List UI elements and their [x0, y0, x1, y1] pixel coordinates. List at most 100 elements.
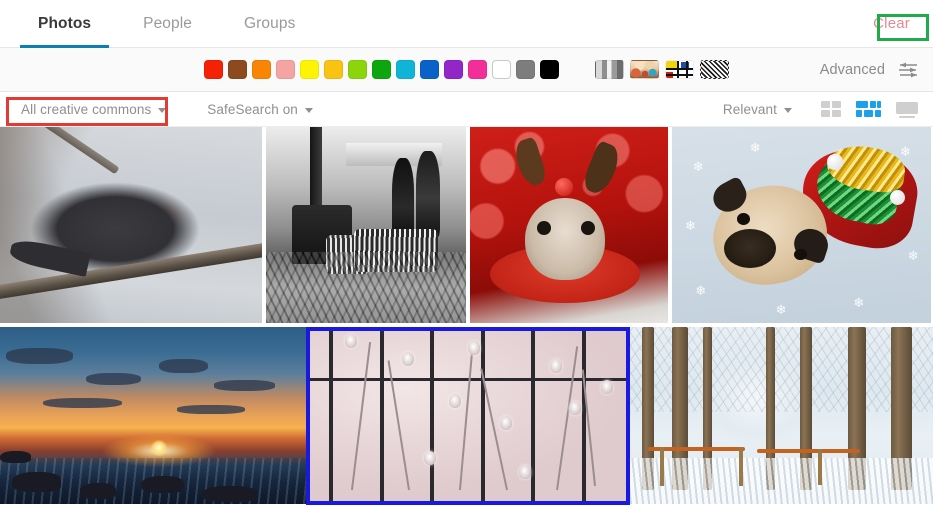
decor-seed-head: [499, 415, 512, 430]
tab-bar-actions: Clear: [864, 0, 933, 47]
license-dropdown[interactable]: All creative commons: [16, 99, 171, 120]
tab-people[interactable]: People: [117, 0, 218, 47]
photo-results-grid: ❄ ❄ ❄ ❄ ❄ ❄ ❄ ❄ ❄ ❄: [0, 127, 933, 504]
style-shallow-depth-of-field[interactable]: [630, 60, 659, 79]
decor-seed-head: [569, 401, 582, 416]
decor-seed-head: [550, 358, 563, 373]
color-swatch-gray[interactable]: [516, 60, 535, 79]
decor-snowflake: ❄: [749, 139, 761, 155]
color-swatch-pink[interactable]: [276, 60, 295, 79]
photo-search-app: Photos People Groups Clear Advanced All …: [0, 0, 933, 506]
color-swatch-gold[interactable]: [324, 60, 343, 79]
color-swatch-green[interactable]: [372, 60, 391, 79]
decor-rock: [201, 486, 258, 503]
color-swatch-purple[interactable]: [444, 60, 463, 79]
photo-frosted-plants-fence[interactable]: [310, 327, 626, 504]
license-dropdown-label: All creative commons: [21, 101, 152, 117]
decor-cloud: [177, 404, 245, 414]
decor-eye-right: [793, 248, 807, 261]
decor-snowflake: ❄: [907, 247, 919, 263]
decor-red-nose: [555, 177, 573, 196]
tab-list: Photos People Groups: [0, 0, 321, 48]
decor-fence-bar: [480, 327, 485, 504]
decor-seed-head: [401, 351, 414, 366]
chevron-down-icon: [304, 107, 313, 113]
decor-snowflake: ❄: [695, 282, 707, 298]
decor-snowflake: ❄: [692, 159, 704, 175]
color-swatch-magenta[interactable]: [468, 60, 487, 79]
decor-railing-post: [739, 447, 744, 487]
sub-filter-bar: All creative commons SafeSearch on Relev…: [0, 92, 933, 127]
decor-pompom-one: [827, 154, 843, 171]
slideshow-view-icon[interactable]: [895, 101, 919, 118]
sort-dropdown[interactable]: Relevant: [718, 99, 797, 120]
tab-photos-label: Photos: [38, 14, 92, 32]
color-swatch-brown[interactable]: [228, 60, 247, 79]
photo-pug-christmas-hat[interactable]: ❄ ❄ ❄ ❄ ❄ ❄ ❄ ❄ ❄ ❄: [672, 127, 931, 323]
photo-snowy-forest-path[interactable]: [630, 327, 933, 504]
decor-rock: [79, 482, 117, 499]
decor-cloud: [159, 358, 209, 374]
decor-stem: [458, 348, 473, 490]
decor-bird-tail: [8, 236, 91, 277]
decor-fence-bar: [328, 327, 333, 504]
color-swatch-cyan[interactable]: [396, 60, 415, 79]
decor-fence-bar: [379, 327, 384, 504]
chevron-down-icon: [784, 107, 792, 113]
decor-stem: [351, 342, 371, 490]
color-swatch-white[interactable]: [492, 60, 511, 79]
decor-cloud: [85, 373, 141, 386]
photo-pug-reindeer-costume[interactable]: [470, 127, 668, 323]
sliders-icon: [899, 62, 917, 77]
decor-cloud: [6, 348, 74, 365]
justified-view-icon[interactable]: [856, 100, 881, 118]
decor-snowflake: ❄: [899, 143, 911, 159]
style-black-and-white[interactable]: [595, 60, 624, 79]
tab-groups[interactable]: Groups: [218, 0, 321, 47]
tab-groups-label: Groups: [244, 14, 296, 32]
decor-seed-head: [449, 394, 462, 409]
safesearch-dropdown[interactable]: SafeSearch on: [202, 99, 318, 120]
tab-people-label: People: [143, 14, 192, 32]
top-tab-bar: Photos People Groups Clear: [0, 0, 933, 48]
clear-button[interactable]: Clear: [864, 12, 919, 36]
sub-filter-actions: Relevant: [718, 99, 933, 120]
decor-seed-head: [468, 341, 480, 356]
tab-photos[interactable]: Photos: [12, 0, 117, 48]
grid-view-icon[interactable]: [821, 100, 842, 118]
decor-branch-upper: [32, 127, 120, 174]
decor-pug-face: [525, 197, 605, 280]
photo-ocean-sunset[interactable]: [0, 327, 306, 504]
advanced-filters-button[interactable]: Advanced: [820, 62, 919, 78]
decor-seed-head: [518, 465, 531, 480]
decor-person-two: [416, 150, 440, 237]
decor-rock: [0, 450, 31, 464]
color-swatch-yellow[interactable]: [300, 60, 319, 79]
decor-snowflake: ❄: [775, 302, 787, 318]
decor-fence-bar: [430, 327, 435, 504]
color-style-filter-row: Advanced: [0, 48, 933, 92]
style-minimalist[interactable]: [665, 60, 694, 79]
photo-row: [0, 327, 933, 504]
decor-sun: [149, 440, 169, 457]
decor-rock: [140, 475, 184, 494]
color-swatch-lime[interactable]: [348, 60, 367, 79]
decor-post: [310, 127, 322, 218]
decor-fence-bar: [531, 327, 536, 504]
color-swatch-red[interactable]: [204, 60, 223, 79]
color-swatch-orange[interactable]: [252, 60, 271, 79]
photo-junco-bird-snowy-branch[interactable]: [0, 127, 262, 323]
color-swatch-black[interactable]: [540, 60, 559, 79]
decor-railing: [757, 449, 861, 454]
decor-eye-left: [537, 221, 552, 235]
decor-seed-head: [423, 450, 436, 465]
color-swatch-blue[interactable]: [420, 60, 439, 79]
photo-row: ❄ ❄ ❄ ❄ ❄ ❄ ❄ ❄ ❄ ❄: [0, 127, 933, 323]
chevron-down-icon: [158, 107, 167, 113]
advanced-label: Advanced: [819, 61, 885, 78]
photo-bw-street-scene[interactable]: [266, 127, 466, 323]
decor-snow-ground: [630, 457, 933, 504]
style-patterns[interactable]: [700, 60, 729, 79]
style-swatch-list: [595, 60, 729, 79]
decor-seed-head: [344, 334, 357, 349]
